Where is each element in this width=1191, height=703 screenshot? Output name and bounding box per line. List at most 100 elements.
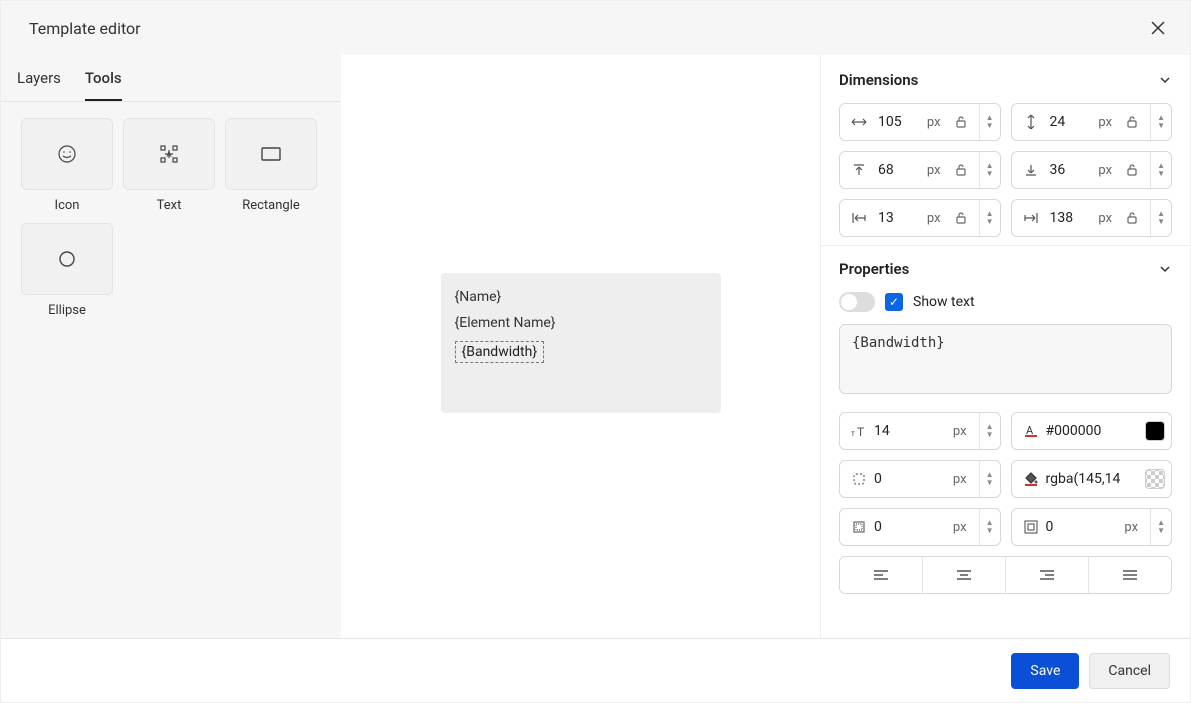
- stepper[interactable]: ▲▼: [1150, 509, 1165, 545]
- lock-icon[interactable]: [1124, 114, 1140, 130]
- top-icon: [850, 163, 868, 177]
- header: Template editor: [1, 1, 1190, 55]
- footer: Save Cancel: [1, 638, 1190, 702]
- align-left-button[interactable]: [840, 557, 923, 593]
- save-button[interactable]: Save: [1011, 653, 1079, 689]
- close-icon: [1151, 21, 1165, 35]
- dim-top-value: 68: [874, 162, 921, 178]
- dimensions-header[interactable]: Dimensions: [839, 71, 1172, 89]
- stepper[interactable]: ▲▼: [979, 152, 994, 188]
- dim-height-unit: px: [1098, 115, 1112, 130]
- dim-width[interactable]: 105 px ▲▼: [839, 103, 1001, 141]
- text-color-icon: A: [1022, 424, 1040, 438]
- tool-icon[interactable]: Icon: [21, 118, 113, 213]
- close-button[interactable]: [1142, 12, 1174, 44]
- svg-text:A: A: [166, 150, 172, 159]
- border-radius-value: 0: [874, 471, 947, 487]
- dim-left-unit: px: [927, 211, 941, 226]
- properties-section: Properties ✓ Show text тT 14 px ▲▼: [821, 246, 1190, 618]
- dim-top[interactable]: 68 px ▲▼: [839, 151, 1001, 189]
- smiley-icon: [57, 144, 77, 164]
- text-tool-icon: A: [159, 144, 179, 164]
- lock-icon[interactable]: [953, 114, 969, 130]
- right-panel: Dimensions 105 px ▲▼ 24: [820, 55, 1190, 638]
- padding-unit: px: [1124, 520, 1138, 535]
- padding-value: 0: [1046, 519, 1119, 535]
- dimensions-section: Dimensions 105 px ▲▼ 24: [821, 55, 1190, 246]
- lock-icon[interactable]: [1124, 210, 1140, 226]
- text-value-input[interactable]: [839, 324, 1172, 394]
- text-align-group: [839, 556, 1172, 594]
- show-text-checkbox[interactable]: ✓: [885, 293, 903, 311]
- border-width-value: 0: [874, 519, 947, 535]
- svg-text:T: T: [857, 425, 864, 438]
- show-text-toggle[interactable]: [839, 292, 875, 312]
- align-justify-button[interactable]: [1089, 557, 1171, 593]
- right-icon: [1022, 212, 1040, 224]
- lock-icon[interactable]: [953, 210, 969, 226]
- text-color-swatch[interactable]: [1145, 421, 1165, 441]
- tab-layers[interactable]: Layers: [17, 55, 61, 101]
- tool-icon-label: Icon: [55, 198, 80, 213]
- field-name[interactable]: {Name}: [455, 289, 707, 305]
- stepper[interactable]: ▲▼: [979, 413, 994, 449]
- stepper[interactable]: ▲▼: [979, 200, 994, 236]
- lock-icon[interactable]: [1124, 162, 1140, 178]
- align-center-button[interactable]: [923, 557, 1006, 593]
- tab-tools[interactable]: Tools: [85, 55, 122, 101]
- canvas-shape[interactable]: {Name} {Element Name} {Bandwidth}: [441, 273, 721, 413]
- tool-ellipse[interactable]: Ellipse: [21, 223, 113, 318]
- font-size-unit: px: [953, 424, 967, 439]
- sidebar-tabs: Layers Tools: [1, 55, 341, 102]
- lock-icon[interactable]: [953, 162, 969, 178]
- tool-ellipse-label: Ellipse: [48, 303, 86, 318]
- bg-color-swatch[interactable]: [1145, 469, 1165, 489]
- tool-text[interactable]: A Text: [123, 118, 215, 213]
- border-width-unit: px: [953, 520, 967, 535]
- dim-left[interactable]: 13 px ▲▼: [839, 199, 1001, 237]
- font-size-input[interactable]: тT 14 px ▲▼: [839, 412, 1001, 450]
- properties-header[interactable]: Properties: [839, 260, 1172, 278]
- dim-left-value: 13: [874, 210, 921, 226]
- bg-color-input[interactable]: rgba(145,14: [1011, 460, 1173, 498]
- border-width-input[interactable]: 0 px ▲▼: [839, 508, 1001, 546]
- stepper[interactable]: ▲▼: [1150, 200, 1165, 236]
- field-bandwidth-selected[interactable]: {Bandwidth}: [455, 341, 545, 363]
- dim-bottom-value: 36: [1046, 162, 1093, 178]
- dim-width-value: 105: [874, 114, 921, 130]
- dim-height-value: 24: [1046, 114, 1093, 130]
- properties-title: Properties: [839, 260, 909, 278]
- border-radius-input[interactable]: 0 px ▲▼: [839, 460, 1001, 498]
- dim-bottom-unit: px: [1098, 163, 1112, 178]
- dim-bottom[interactable]: 36 px ▲▼: [1011, 151, 1173, 189]
- stepper[interactable]: ▲▼: [979, 461, 994, 497]
- stepper[interactable]: ▲▼: [979, 509, 994, 545]
- dim-right[interactable]: 138 px ▲▼: [1011, 199, 1173, 237]
- tool-rectangle[interactable]: Rectangle: [225, 118, 317, 213]
- fill-color-icon: [1022, 472, 1040, 486]
- dimensions-title: Dimensions: [839, 71, 918, 89]
- padding-input[interactable]: 0 px ▲▼: [1011, 508, 1173, 546]
- field-element-name[interactable]: {Element Name}: [455, 315, 707, 331]
- width-icon: [850, 117, 868, 127]
- border-radius-unit: px: [953, 472, 967, 487]
- rectangle-icon: [260, 146, 282, 162]
- dim-height[interactable]: 24 px ▲▼: [1011, 103, 1173, 141]
- cancel-button[interactable]: Cancel: [1089, 653, 1170, 689]
- dim-width-unit: px: [927, 115, 941, 130]
- page-title: Template editor: [29, 19, 141, 38]
- text-color-value: #000000: [1046, 423, 1136, 439]
- tool-text-label: Text: [157, 198, 182, 213]
- chevron-down-icon: [1158, 262, 1172, 276]
- stepper[interactable]: ▲▼: [1150, 152, 1165, 188]
- stepper[interactable]: ▲▼: [979, 104, 994, 140]
- chevron-down-icon: [1158, 73, 1172, 87]
- text-color-input[interactable]: A #000000: [1011, 412, 1173, 450]
- dim-right-unit: px: [1098, 211, 1112, 226]
- tool-grid: Icon A Text Rectangle: [1, 102, 341, 334]
- canvas[interactable]: {Name} {Element Name} {Bandwidth}: [341, 55, 820, 638]
- stepper[interactable]: ▲▼: [1150, 104, 1165, 140]
- border-width-icon: [850, 520, 868, 534]
- show-text-label: Show text: [913, 294, 975, 310]
- align-right-button[interactable]: [1006, 557, 1089, 593]
